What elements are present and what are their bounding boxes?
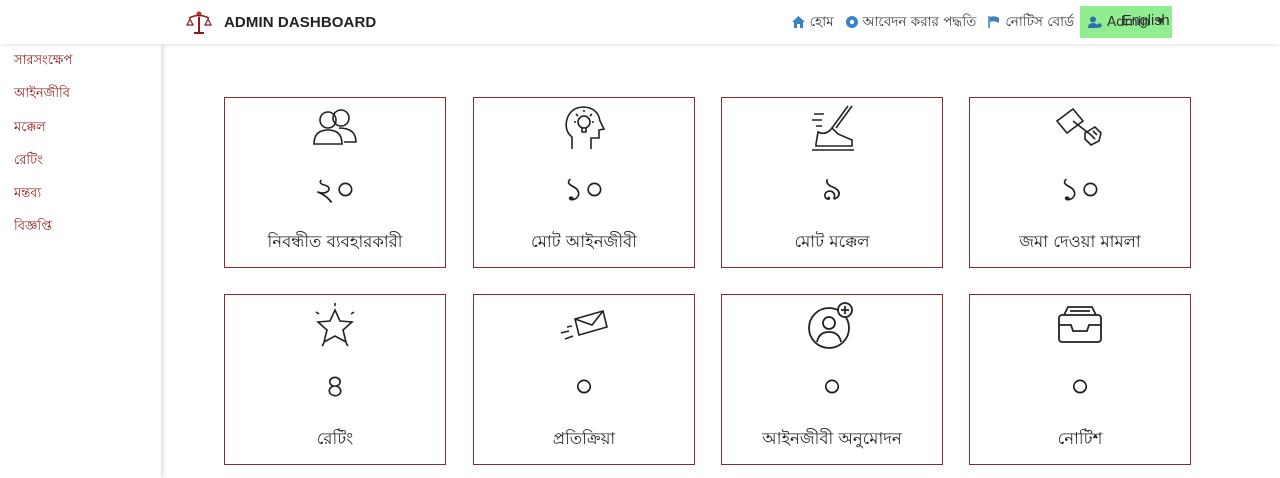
stat-label: নোটিশ (1057, 429, 1103, 448)
users-icon (225, 104, 445, 152)
stat-card-notice[interactable]: ০ নোটিশ (969, 294, 1191, 465)
scales-logo-icon (186, 11, 212, 34)
stat-label: মোট মক্কেল (794, 232, 870, 251)
home-icon (791, 16, 805, 28)
running-shoe-icon (722, 104, 942, 152)
stat-count: ২০ (314, 170, 356, 208)
sidebar-item-summary[interactable]: সারসংক্ষেপ (14, 51, 72, 72)
star-icon (225, 301, 445, 349)
stat-count: ০ (821, 367, 843, 405)
stat-count: ১০ (1059, 170, 1101, 208)
inbox-icon (970, 301, 1190, 349)
stat-count: ০ (573, 367, 595, 405)
sidebar-item-rating[interactable]: রেটিং (14, 151, 43, 172)
stat-card-rating[interactable]: ৪ রেটিং (224, 294, 446, 465)
sidebar-item-clients[interactable]: মক্কেল (14, 118, 46, 139)
stat-card-total-clients[interactable]: ৯ মোট মক্কেল (721, 97, 943, 268)
stat-card-feedback[interactable]: ০ প্রতিক্রিয়া (473, 294, 695, 465)
stat-label: প্রতিক্রিয়া (552, 429, 616, 448)
top-navbar: ADMIN DASHBOARD হোম আবেদন করার পদ্ধতি নো… (0, 0, 1280, 44)
language-switch-link[interactable]: English (1122, 13, 1170, 29)
stat-count: ১০ (563, 170, 605, 208)
nav-notice-board-link[interactable]: নোটিস বোর্ড (988, 6, 1074, 38)
nav-home-link[interactable]: হোম (791, 6, 834, 38)
stat-count: ৪ (324, 367, 346, 405)
stat-label: মোট আইনজীবী (531, 232, 637, 251)
idea-head-icon (474, 104, 694, 152)
user-add-icon (722, 301, 942, 349)
nav-apply-link[interactable]: আবেদন করার পদ্ধতি (845, 6, 976, 38)
nav-links: হোম আবেদন করার পদ্ধতি নোটিস বোর্ড Admin … (780, 6, 1172, 38)
page-title: ADMIN DASHBOARD (224, 13, 377, 31)
sidebar-item-notices[interactable]: বিজ্ঞপ্তি (14, 217, 52, 238)
stat-count: ৯ (821, 170, 843, 208)
user-cog-icon (1088, 16, 1102, 28)
brand[interactable]: ADMIN DASHBOARD (186, 8, 376, 36)
stat-card-submitted-cases[interactable]: ১০ জমা দেওয়া মামলা (969, 97, 1191, 268)
stat-card-total-lawyers[interactable]: ১০ মোট আইনজীবী (473, 97, 695, 268)
envelope-icon (474, 301, 694, 349)
stat-card-registered-users[interactable]: ২০ নিবন্ধীত ব্যবহারকারী (224, 97, 446, 268)
sidebar: সারসংক্ষেপ আইনজীবি মক্কেল রেটিং মন্তব্য … (0, 44, 161, 478)
stat-card-lawyer-approval[interactable]: ০ আইনজীবী অনুমোদন (721, 294, 943, 465)
sidebar-item-lawyers[interactable]: আইনজীবি (14, 84, 70, 105)
stat-label: আইনজীবী অনুমোদন (762, 429, 902, 448)
info-circle-icon (845, 16, 858, 28)
stat-label: জমা দেওয়া মামলা (1019, 232, 1141, 251)
sidebar-item-comments[interactable]: মন্তব্য (14, 184, 41, 205)
stat-label: রেটিং (316, 429, 354, 448)
flag-icon (988, 16, 1000, 28)
stat-label: নিবন্ধীত ব্যবহারকারী (267, 232, 403, 251)
flag-hand-icon (970, 104, 1190, 152)
stat-count: ০ (1069, 367, 1091, 405)
